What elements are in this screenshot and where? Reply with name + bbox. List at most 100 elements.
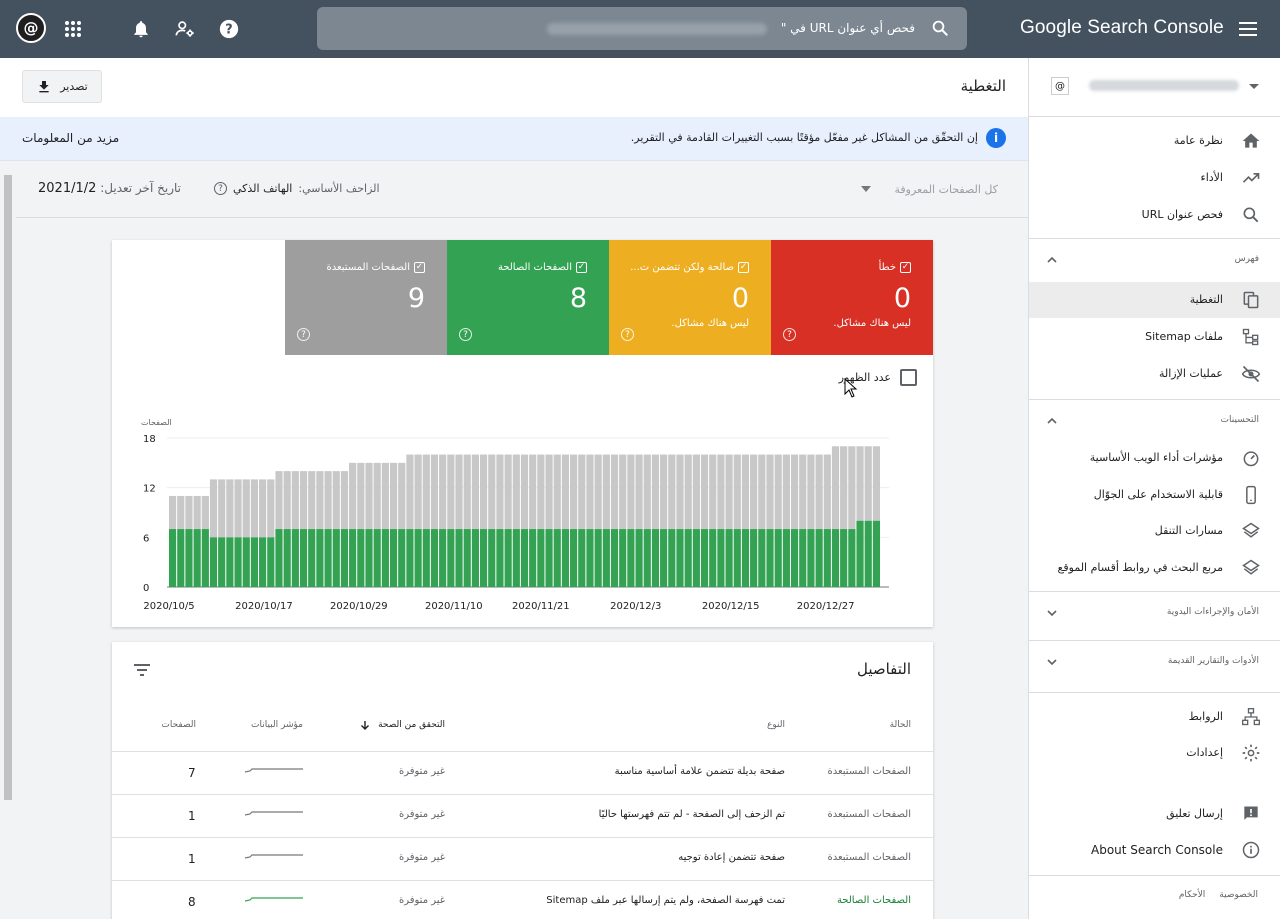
bar-valid <box>250 537 259 587</box>
bar-valid <box>324 529 332 587</box>
bar-valid <box>389 529 398 587</box>
tile-label: ✓ خطأ <box>879 262 911 273</box>
search-icon[interactable] <box>931 19 949 37</box>
terms-link[interactable]: الأحكام <box>1179 890 1205 900</box>
bar-excluded <box>349 462 357 530</box>
pages-filter-dropdown[interactable]: كل الصفحات المعروفة <box>895 183 999 196</box>
valid-tile[interactable]: ✓ الصفحات الصالحة 8? <box>447 240 609 355</box>
property-name-blur <box>1089 80 1239 91</box>
excluded-tile[interactable]: ✓ الصفحات المستبعدة 9? <box>285 240 447 355</box>
chevron-down-icon[interactable] <box>861 186 871 192</box>
url-inspect-search[interactable]: فحص أي عنوان URL في " <box>317 7 967 50</box>
error-tile[interactable]: ✓ خطأ 0 ليس هناك مشاكل.? <box>771 240 933 355</box>
checkbox-checked-icon[interactable]: ✓ <box>900 262 911 273</box>
bar-excluded <box>439 454 447 530</box>
impressions-checkbox[interactable] <box>900 369 917 386</box>
help-circle-icon[interactable]: ? <box>783 328 796 341</box>
col-type[interactable]: النوع <box>767 720 785 730</box>
sidebar-item-overview[interactable]: نظرة عامة <box>1029 123 1280 159</box>
sidebar-item-label: About Search Console <box>1091 843 1223 857</box>
section-legacy-tools[interactable]: الأدوات والتقارير القديمة <box>1029 640 1280 682</box>
table-row[interactable]: الصفحات المستبعدة صفحة بديلة تتضمن علامة … <box>112 751 933 794</box>
sidebar-item-links[interactable]: الروابط <box>1029 699 1280 735</box>
chevron-down-icon[interactable] <box>1045 655 1059 669</box>
col-status[interactable]: الحالة <box>890 720 911 730</box>
bar-valid <box>856 520 864 587</box>
bar-valid <box>299 529 308 587</box>
sidebar-item-performance[interactable]: الأداء <box>1029 160 1280 196</box>
account-avatar[interactable]: @ <box>16 13 46 43</box>
bar-valid <box>553 529 561 587</box>
sidebar-item-label: مسارات التنقل <box>1154 524 1223 537</box>
scrollbar[interactable] <box>0 161 16 919</box>
chevron-down-icon[interactable] <box>1045 606 1059 620</box>
sidebar-item-settings[interactable]: إعدادات <box>1029 735 1280 771</box>
sidebar-item-label: الأداء <box>1200 171 1223 184</box>
chevron-down-icon[interactable] <box>1249 84 1259 89</box>
bar-valid <box>823 529 831 587</box>
menu-icon[interactable] <box>1236 17 1260 41</box>
tile-label-text: الصفحات الصالحة <box>497 262 572 273</box>
x-tick-label: 2020/10/5 <box>143 601 194 612</box>
checkbox-checked-icon[interactable]: ✓ <box>576 262 587 273</box>
checkbox-checked-icon[interactable]: ✓ <box>738 262 749 273</box>
bar-excluded <box>504 454 512 530</box>
scrollbar-thumb[interactable] <box>4 175 12 800</box>
sidebar-item-breadcrumbs[interactable]: مسارات التنقل <box>1029 513 1280 549</box>
row-pages: 1 <box>188 809 196 823</box>
apps-grid-icon[interactable] <box>61 17 85 41</box>
help-circle-icon[interactable]: ? <box>297 328 310 341</box>
col-trend[interactable]: مؤشر البيانات <box>251 720 303 730</box>
privacy-link[interactable]: الخصوصية <box>1219 890 1258 900</box>
bar-valid <box>529 529 537 587</box>
users-settings-icon[interactable] <box>173 17 197 41</box>
bar-valid <box>447 529 455 587</box>
learn-more-link[interactable]: مزيد من المعلومات <box>22 131 119 145</box>
table-row[interactable]: الصفحات المستبعدة تم الزحف إلى الصفحة - ل… <box>112 794 933 837</box>
sidebar-item-about[interactable]: About Search Console <box>1029 832 1280 868</box>
section-security[interactable]: الأمان والإجراءات اليدوية <box>1029 591 1280 633</box>
bar-valid <box>627 529 635 587</box>
x-tick-label: 2020/11/10 <box>425 601 483 612</box>
table-row[interactable]: الصفحات المستبعدة صفحة تتضمن إعادة توجيه غ… <box>112 837 933 880</box>
sidebar-item-sitemaps[interactable]: ملفات Sitemap <box>1029 319 1280 355</box>
bar-valid <box>594 529 602 587</box>
bar-excluded <box>463 454 471 530</box>
table-row[interactable]: الصفحات الصالحة تمت فهرسة الصفحة، ولم يتم… <box>112 880 933 919</box>
sidebar-item-removals[interactable]: عمليات الإزالة <box>1029 356 1280 392</box>
bar-valid <box>209 537 218 587</box>
help-icon[interactable]: ? <box>217 17 241 41</box>
sidebar-item-feedback[interactable]: إرسال تعليق <box>1029 796 1280 832</box>
help-circle-icon[interactable]: ? <box>621 328 634 341</box>
arrow-down-icon <box>361 721 370 730</box>
export-button[interactable]: تصدير <box>22 70 102 103</box>
sidebar-item-core-web-vitals[interactable]: مؤشرات أداء الويب الأساسية <box>1029 440 1280 476</box>
bar-excluded <box>537 454 545 530</box>
sidebar-item-sitelinks-searchbox[interactable]: مربع البحث في روابط أقسام الموقع <box>1029 550 1280 586</box>
product-name[interactable]: Google Search Console <box>1020 17 1224 39</box>
bar-valid <box>349 529 357 587</box>
bar-valid <box>643 529 651 587</box>
warning-tile[interactable]: ✓ صالحة ولكن تتضمن ت... 0 ليس هناك مشاكل.? <box>609 240 771 355</box>
checkbox-checked-icon[interactable]: ✓ <box>414 262 425 273</box>
bar-excluded <box>561 454 570 530</box>
property-selector[interactable]: @ <box>1029 58 1280 117</box>
col-validation[interactable]: التحقق من الصحة <box>360 720 445 730</box>
chevron-up-icon[interactable] <box>1045 414 1059 428</box>
bar-excluded <box>807 454 815 530</box>
bell-icon[interactable] <box>129 17 153 41</box>
chevron-up-icon[interactable] <box>1045 253 1059 267</box>
row-validation: غير متوفرة <box>398 895 445 906</box>
help-circle-icon[interactable]: ? <box>214 182 227 195</box>
help-circle-icon[interactable]: ? <box>459 328 472 341</box>
bar-excluded <box>275 471 283 530</box>
sidebar-item-coverage[interactable]: التغطية <box>1029 282 1280 318</box>
bar-excluded <box>430 454 439 530</box>
divider <box>1029 875 1280 876</box>
section-index[interactable]: فهرس <box>1029 238 1280 280</box>
sidebar-item-mobile-usability[interactable]: قابلية الاستخدام على الجوّال <box>1029 477 1280 513</box>
filter-icon[interactable] <box>132 660 152 680</box>
col-pages[interactable]: الصفحات <box>161 720 196 730</box>
section-enhancements[interactable]: التحسينات <box>1029 399 1280 441</box>
sidebar-item-url-inspection[interactable]: فحص عنوان URL <box>1029 197 1280 233</box>
